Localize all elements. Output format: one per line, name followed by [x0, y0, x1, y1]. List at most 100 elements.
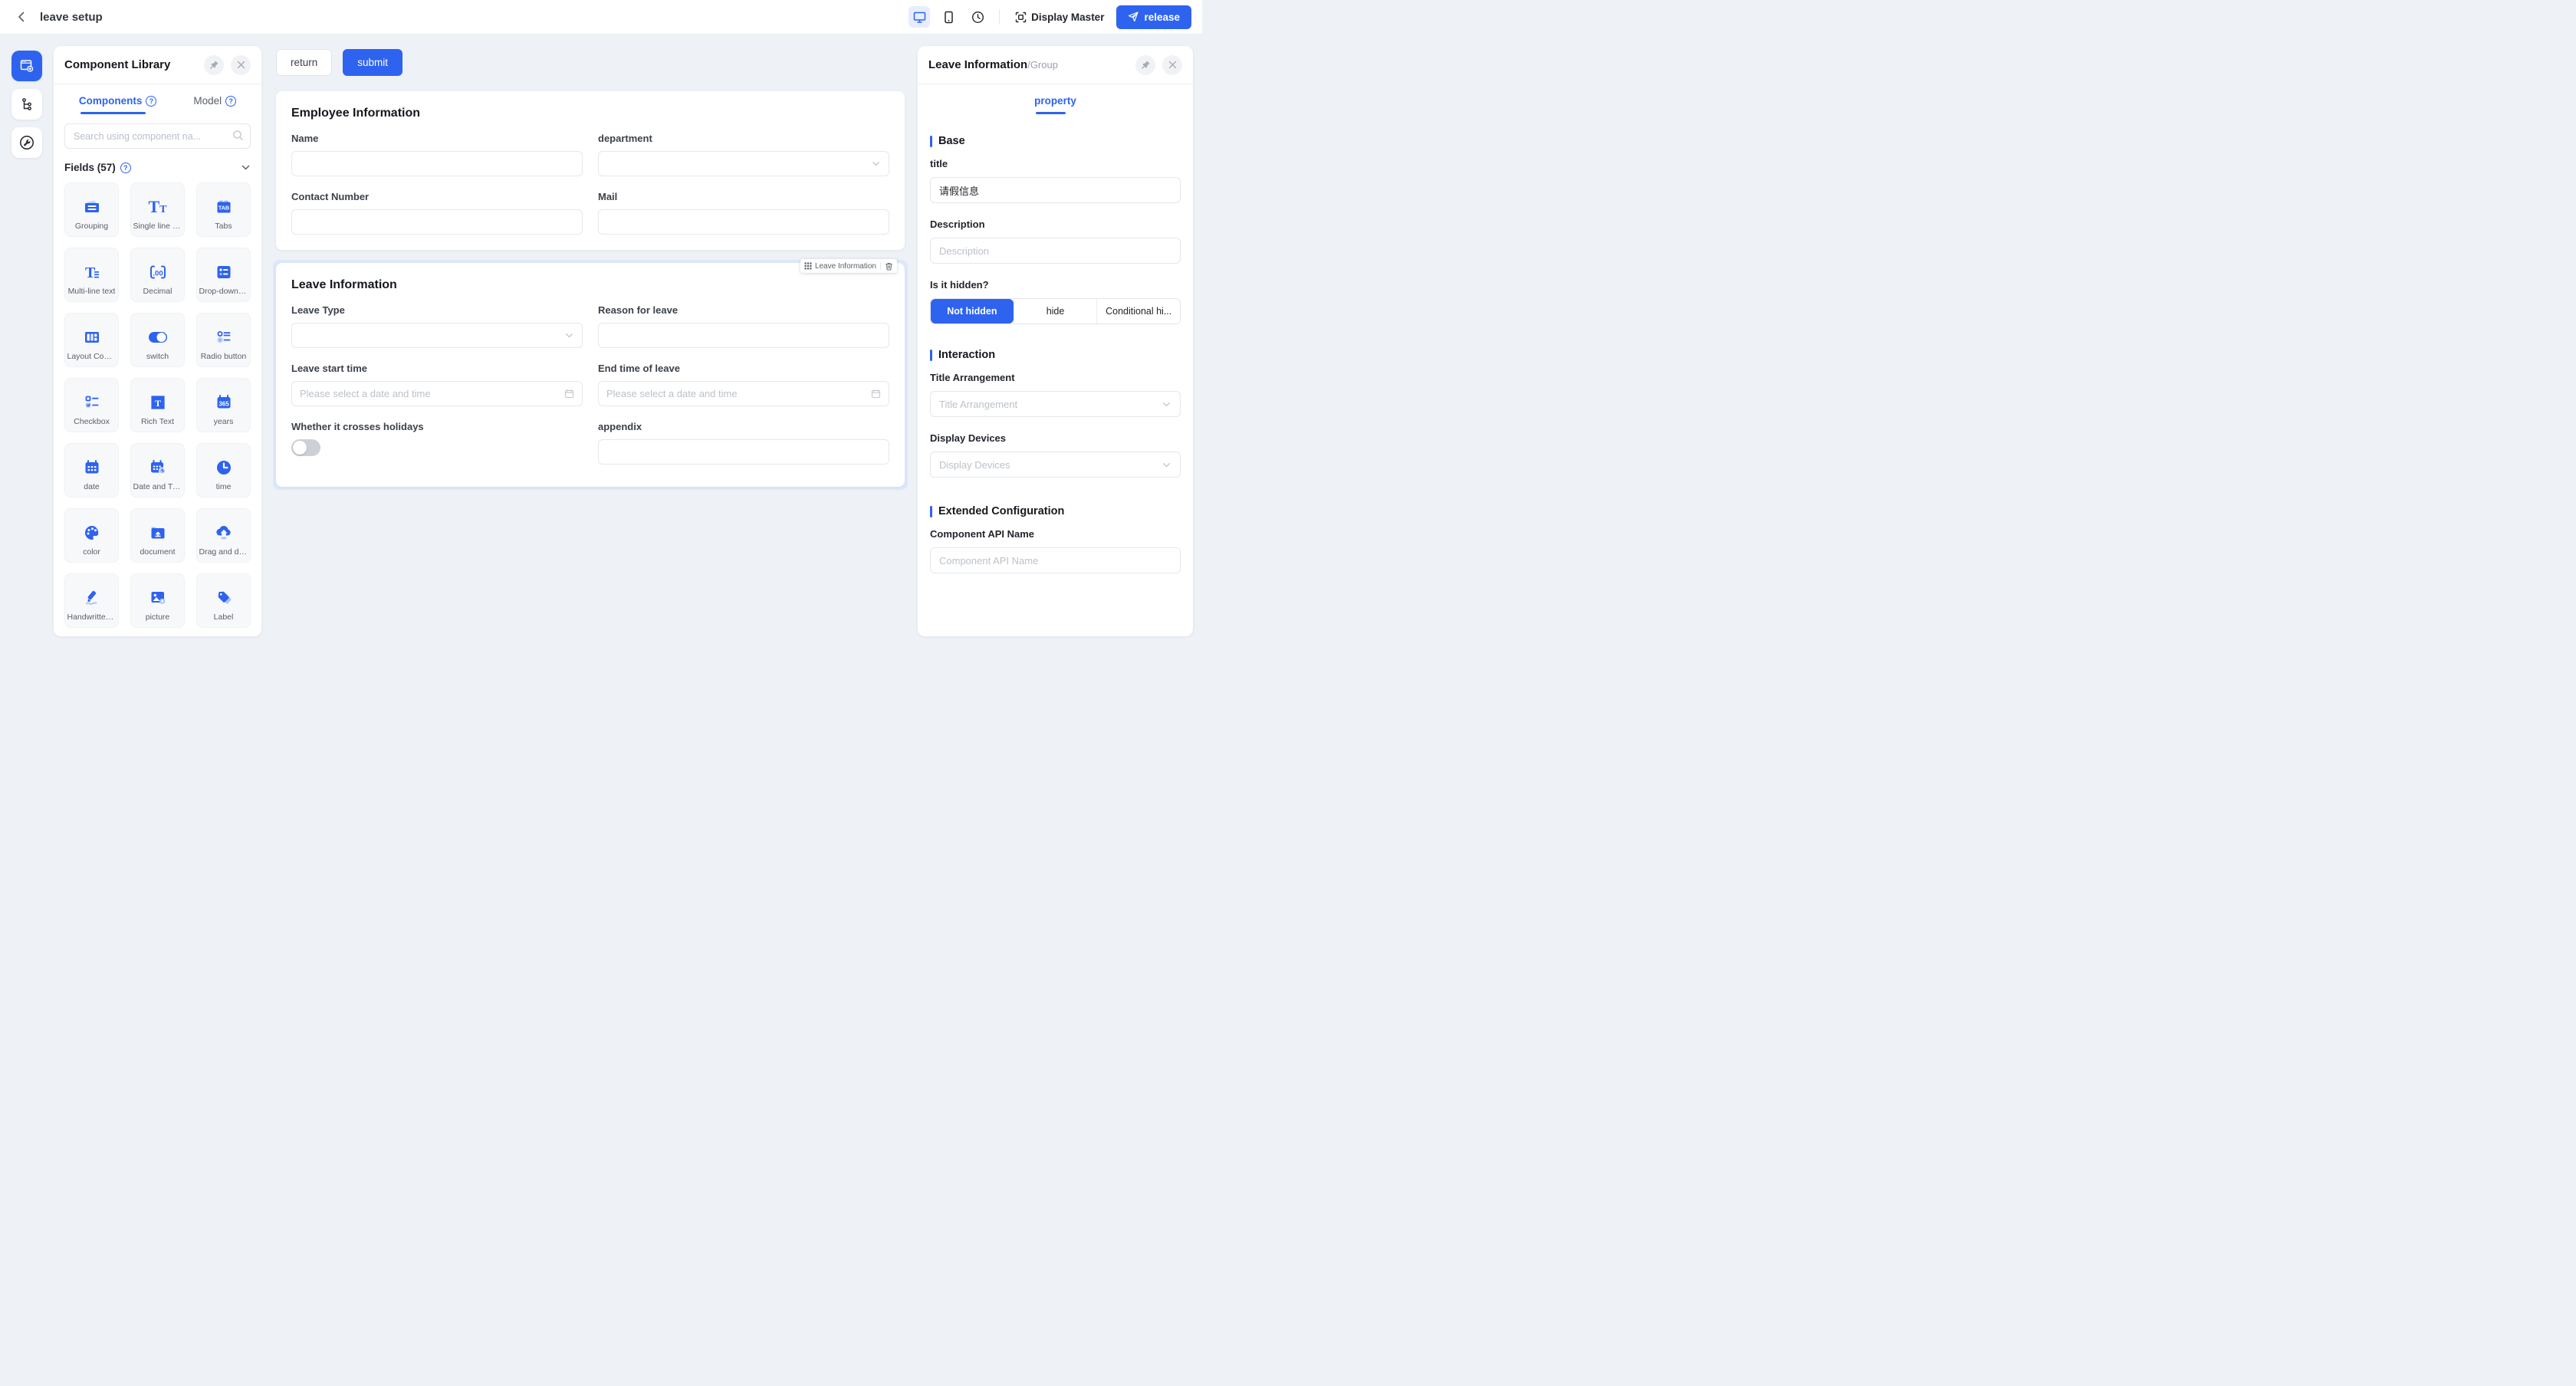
department-select[interactable] — [598, 151, 889, 176]
mail-input[interactable] — [598, 209, 889, 235]
component-card-switch[interactable]: switch — [130, 313, 185, 367]
component-card-grouping[interactable]: Grouping — [64, 182, 119, 237]
component-card-label: Multi-line text — [67, 287, 116, 296]
segment-not-hidden[interactable]: Not hidden — [931, 299, 1014, 324]
segment-conditional-hide[interactable]: Conditional hi... — [1096, 299, 1180, 324]
svg-text:.00: .00 — [153, 270, 163, 278]
chevron-down-icon — [1162, 460, 1171, 470]
help-icon[interactable]: ? — [225, 95, 237, 107]
help-icon[interactable]: ? — [146, 95, 157, 107]
description-property-input[interactable] — [930, 238, 1181, 264]
trash-icon[interactable] — [885, 261, 893, 270]
tab-components[interactable]: Components ? — [79, 95, 157, 114]
field-end-time-of-leave[interactable]: End time of leave Please select a date a… — [598, 363, 889, 406]
drag-handle-icon[interactable] — [804, 262, 812, 270]
segment-hide[interactable]: hide — [1013, 299, 1097, 324]
form-canvas[interactable]: return submit Employee Information Name … — [261, 34, 918, 647]
pin-panel-button[interactable] — [204, 54, 224, 75]
contact-number-input[interactable] — [291, 209, 583, 235]
selected-component-tag[interactable]: Leave Information — [800, 258, 897, 273]
leave-information-selection[interactable]: Leave Information Leave Information Leav… — [273, 258, 908, 490]
release-button[interactable]: release — [1116, 5, 1191, 29]
leave-type-select[interactable] — [291, 323, 583, 348]
component-card-handwritten-signature[interactable]: Handwritten si... — [64, 573, 119, 628]
close-panel-button[interactable] — [1162, 54, 1182, 75]
top-bar: leave setup Display Master release — [0, 0, 1202, 34]
help-icon[interactable]: ? — [120, 162, 131, 173]
component-card-label: Checkbox — [74, 417, 110, 426]
component-card-radio-button[interactable]: Radio button — [196, 313, 251, 367]
close-panel-button[interactable] — [231, 54, 251, 75]
component-card-color[interactable]: color — [64, 508, 119, 563]
component-card-drop-down-radio[interactable]: Drop-down ra... — [196, 248, 251, 302]
title-property-input[interactable] — [930, 177, 1181, 203]
tag-divider — [880, 261, 881, 270]
fields-group-header[interactable]: Fields (57) ? — [54, 149, 261, 181]
field-name[interactable]: Name — [291, 133, 583, 176]
component-library-rail-button[interactable] — [12, 51, 42, 81]
field-label: Reason for leave — [598, 304, 678, 316]
field-mail[interactable]: Mail — [598, 191, 889, 235]
title-arrangement-property[interactable]: Title Arrangement Title Arrangement — [930, 372, 1181, 417]
component-card-single-line-text[interactable]: TT Single line text — [130, 182, 185, 237]
title-property[interactable]: title — [930, 158, 1181, 203]
field-label: appendix — [598, 421, 642, 432]
component-card-picture[interactable]: picture — [130, 573, 185, 628]
component-grid: Grouping TT Single line text TAB Tabs T — [54, 181, 261, 629]
appendix-input[interactable] — [598, 439, 889, 465]
settings-rail-button[interactable] — [12, 127, 42, 158]
display-master-button[interactable]: Display Master — [1010, 8, 1109, 26]
name-input[interactable] — [291, 151, 583, 176]
component-api-name-property[interactable]: Component API Name — [930, 528, 1181, 573]
return-button[interactable]: return — [276, 49, 333, 76]
title-arrangement-select[interactable]: Title Arrangement — [930, 391, 1181, 417]
base-section-header: Base — [930, 135, 1181, 147]
component-card-layout-container[interactable]: Layout Contai... — [64, 313, 119, 367]
leave-information-section[interactable]: Leave Information Leave Type Reason for … — [276, 263, 905, 487]
chevron-down-icon[interactable] — [241, 163, 251, 172]
display-devices-property[interactable]: Display Devices Display Devices — [930, 432, 1181, 478]
component-card-date[interactable]: date — [64, 443, 119, 498]
tab-model[interactable]: Model ? — [193, 95, 237, 114]
component-card-years[interactable]: 365 years — [196, 378, 251, 432]
display-devices-select[interactable]: Display Devices — [930, 452, 1181, 478]
pin-panel-button[interactable] — [1135, 54, 1155, 75]
description-property[interactable]: Description — [930, 218, 1181, 264]
mobile-preview-button[interactable] — [938, 6, 959, 28]
field-leave-start-time[interactable]: Leave start time Please select a date an… — [291, 363, 583, 406]
component-card-decimal[interactable]: .00 Decimal — [130, 248, 185, 302]
employee-information-section[interactable]: Employee Information Name department Con… — [276, 91, 905, 250]
color-icon — [82, 521, 102, 544]
field-contact-number[interactable]: Contact Number — [291, 191, 583, 235]
history-button[interactable] — [967, 6, 988, 28]
desktop-preview-button[interactable] — [909, 6, 931, 28]
component-card-rich-text[interactable]: T Rich Text — [130, 378, 185, 432]
leave-start-time-picker[interactable]: Please select a date and time — [291, 381, 583, 406]
component-api-name-input[interactable] — [930, 547, 1181, 573]
component-card-label-tag[interactable]: Label — [196, 573, 251, 628]
field-department[interactable]: department — [598, 133, 889, 176]
mobile-icon — [943, 11, 955, 24]
outline-tree-rail-button[interactable] — [12, 89, 42, 120]
display-master-label: Display Master — [1031, 11, 1105, 23]
field-reason-for-leave[interactable]: Reason for leave — [598, 304, 889, 348]
label-icon — [214, 586, 234, 609]
tab-property[interactable]: property — [1034, 95, 1076, 114]
component-card-checkbox[interactable]: Checkbox — [64, 378, 119, 432]
component-card-tabs[interactable]: TAB Tabs — [196, 182, 251, 237]
component-search-input[interactable] — [64, 123, 251, 149]
component-card-document[interactable]: document — [130, 508, 185, 563]
field-label: Leave start time — [291, 363, 367, 374]
field-crosses-holidays[interactable]: Whether it crosses holidays — [291, 421, 583, 465]
field-leave-type[interactable]: Leave Type — [291, 304, 583, 348]
component-card-multi-line-text[interactable]: T Multi-line text — [64, 248, 119, 302]
component-card-drag-and-drop[interactable]: Drag and drop... — [196, 508, 251, 563]
back-button[interactable] — [11, 6, 32, 28]
end-time-of-leave-picker[interactable]: Please select a date and time — [598, 381, 889, 406]
component-card-time[interactable]: time — [196, 443, 251, 498]
reason-for-leave-input[interactable] — [598, 323, 889, 348]
field-appendix[interactable]: appendix — [598, 421, 889, 465]
component-card-date-and-time[interactable]: Date and Time — [130, 443, 185, 498]
submit-button[interactable]: submit — [343, 49, 403, 76]
crosses-holidays-toggle[interactable] — [291, 439, 320, 456]
